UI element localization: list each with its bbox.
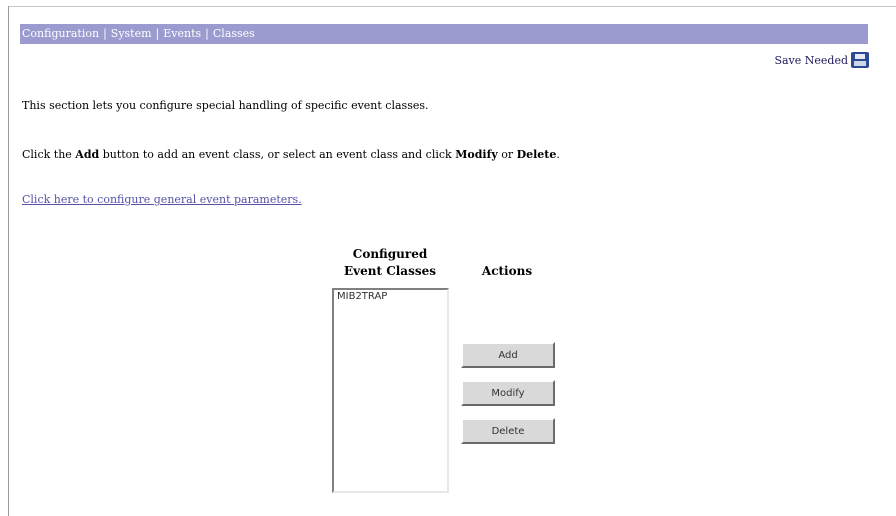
breadcrumb-classes: Classes — [212, 27, 255, 40]
breadcrumb-system[interactable]: System — [111, 27, 152, 40]
modify-button[interactable]: Modify — [461, 380, 555, 406]
configured-event-classes-header: Configured Event Classes — [344, 247, 436, 278]
instructions-text: Click the Add button to add an event cla… — [22, 148, 560, 161]
list-item[interactable]: MIB2TRAP — [334, 290, 447, 303]
breadcrumb: Configuration | System | Events | Classes — [20, 24, 868, 44]
floppy-disk-icon[interactable] — [851, 52, 869, 68]
event-classes-listbox[interactable]: MIB2TRAP — [332, 288, 449, 493]
add-button[interactable]: Add — [461, 342, 555, 368]
intro-text: This section lets you configure special … — [22, 99, 429, 112]
breadcrumb-separator: | — [155, 27, 160, 40]
frame-left-border — [8, 6, 9, 516]
breadcrumb-events[interactable]: Events — [163, 27, 201, 40]
breadcrumb-separator: | — [205, 27, 209, 40]
breadcrumb-separator: | — [103, 27, 107, 40]
breadcrumb-configuration[interactable]: Configuration — [22, 27, 99, 40]
general-event-parameters-link[interactable]: Click here to configure general event pa… — [22, 193, 302, 206]
save-needed-label: Save Needed — [774, 53, 848, 67]
frame-top-border — [8, 6, 896, 7]
actions-header: Actions — [481, 264, 533, 278]
delete-button[interactable]: Delete — [461, 418, 555, 444]
save-needed-link[interactable]: Save Needed — [774, 52, 869, 68]
